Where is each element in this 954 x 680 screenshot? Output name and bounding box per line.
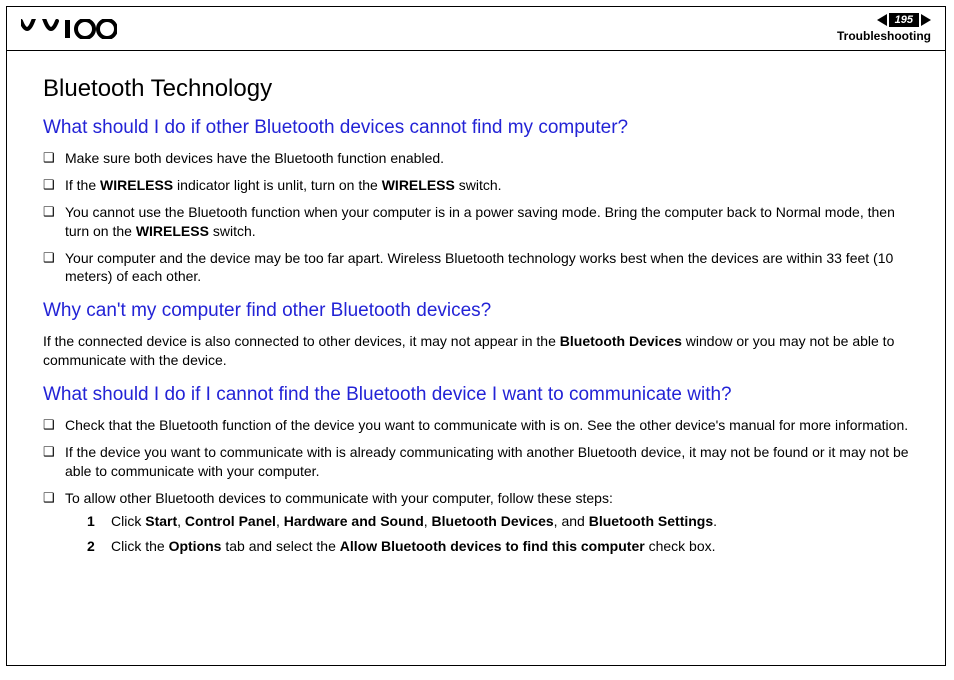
- bullet-text: Your computer and the device may be too …: [65, 249, 909, 287]
- bullet-icon: ❑: [43, 416, 65, 434]
- bullet-icon: ❑: [43, 176, 65, 194]
- steps-list: 1 Click Start, Control Panel, Hardware a…: [87, 512, 909, 556]
- bullet-list: ❑ Check that the Bluetooth function of t…: [43, 416, 909, 561]
- paragraph: If the connected device is also connecte…: [43, 332, 909, 370]
- bullet-text: If the device you want to communicate wi…: [65, 443, 909, 481]
- prev-page-icon[interactable]: [877, 14, 887, 26]
- step-text: Click Start, Control Panel, Hardware and…: [111, 512, 909, 531]
- list-item: ❑ Check that the Bluetooth function of t…: [43, 416, 909, 435]
- question-heading: What should I do if I cannot find the Bl…: [43, 384, 909, 406]
- page-header: 195 Troubleshooting: [7, 7, 945, 51]
- step-number: 1: [87, 512, 111, 531]
- question-heading: What should I do if other Bluetooth devi…: [43, 117, 909, 139]
- vaio-logo-svg: [21, 19, 117, 39]
- list-item: ❑ You cannot use the Bluetooth function …: [43, 203, 909, 241]
- page-content: Bluetooth Technology What should I do if…: [7, 51, 945, 561]
- question-heading: Why can't my computer find other Bluetoo…: [43, 300, 909, 322]
- list-item: ❑ Your computer and the device may be to…: [43, 249, 909, 287]
- step-text: Click the Options tab and select the All…: [111, 537, 909, 556]
- bullet-icon: ❑: [43, 203, 65, 221]
- list-item: ❑ If the device you want to communicate …: [43, 443, 909, 481]
- bullet-icon: ❑: [43, 149, 65, 167]
- bullet-list: ❑ Make sure both devices have the Blueto…: [43, 149, 909, 286]
- list-item: ❑ If the WIRELESS indicator light is unl…: [43, 176, 909, 195]
- page-title: Bluetooth Technology: [43, 75, 909, 103]
- bullet-icon: ❑: [43, 489, 65, 507]
- section-label: Troubleshooting: [837, 29, 931, 43]
- page-navigation: 195: [837, 13, 931, 27]
- vaio-logo: [21, 19, 117, 39]
- bullet-text: If the WIRELESS indicator light is unlit…: [65, 176, 909, 195]
- step-number: 2: [87, 537, 111, 556]
- page-number: 195: [889, 13, 919, 27]
- bullet-icon: ❑: [43, 443, 65, 461]
- step-item: 2 Click the Options tab and select the A…: [87, 537, 909, 556]
- bullet-text: To allow other Bluetooth devices to comm…: [65, 489, 909, 562]
- page-frame: 195 Troubleshooting Bluetooth Technology…: [6, 6, 946, 666]
- bullet-text: You cannot use the Bluetooth function wh…: [65, 203, 909, 241]
- bullet-icon: ❑: [43, 249, 65, 267]
- list-item: ❑ To allow other Bluetooth devices to co…: [43, 489, 909, 562]
- step-item: 1 Click Start, Control Panel, Hardware a…: [87, 512, 909, 531]
- next-page-icon[interactable]: [921, 14, 931, 26]
- header-right: 195 Troubleshooting: [837, 13, 931, 43]
- bullet-text: Make sure both devices have the Bluetoot…: [65, 149, 909, 168]
- list-item: ❑ Make sure both devices have the Blueto…: [43, 149, 909, 168]
- bullet-text: Check that the Bluetooth function of the…: [65, 416, 909, 435]
